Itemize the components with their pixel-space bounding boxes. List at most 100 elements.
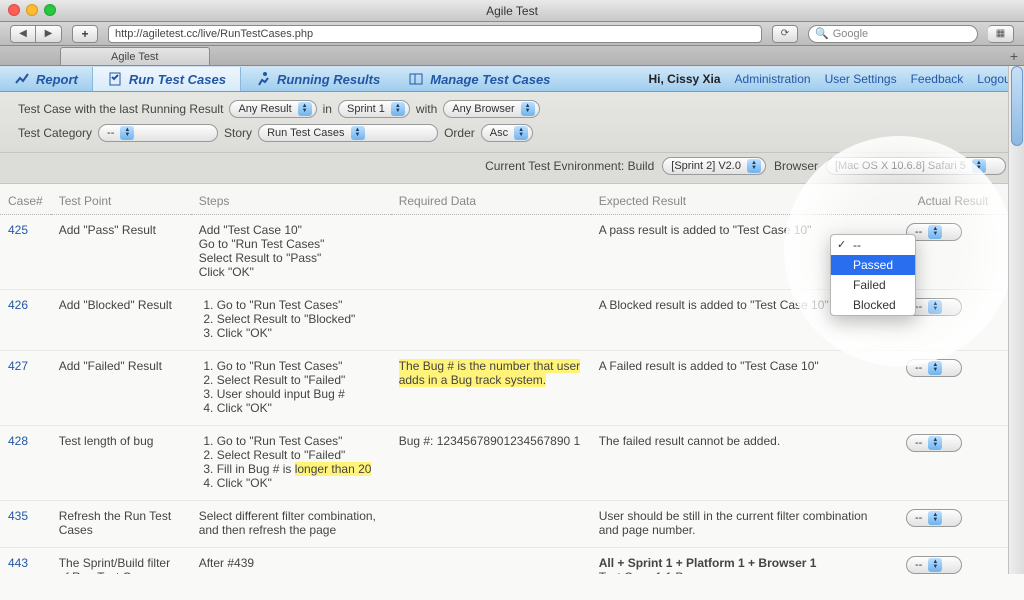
nav-run-test-cases[interactable]: Run Test Cases	[92, 67, 241, 91]
env-browser-select-value: [Mac OS X 10.6.8] Safari 5	[835, 160, 966, 172]
dropdown-option-label: --	[853, 238, 861, 252]
steps-cell: Go to "Run Test Cases"Select Result to "…	[191, 351, 391, 426]
link-feedback[interactable]: Feedback	[911, 72, 964, 86]
actual-result-select[interactable]: --▲▼	[906, 434, 962, 452]
add-bookmark-button[interactable]: +	[72, 25, 98, 43]
browser-filter[interactable]: Any Browser ▲▼	[443, 100, 539, 118]
window-controls	[8, 4, 56, 16]
actual-result-value: --	[915, 226, 922, 238]
updown-icon: ▲▼	[928, 361, 942, 375]
dropdown-option-label: Failed	[853, 278, 886, 292]
case-link[interactable]: 427	[0, 351, 51, 426]
nav-run-label: Run Test Cases	[129, 72, 226, 87]
steps-cell: Select different filter combination, and…	[191, 501, 391, 548]
expected-result: All + Sprint 1 + Platform 1 + Browser 1T…	[591, 548, 898, 575]
sprint-filter[interactable]: Sprint 1 ▲▼	[338, 100, 410, 118]
link-administration[interactable]: Administration	[735, 72, 811, 86]
close-icon[interactable]	[8, 4, 20, 16]
expected-result: User should be still in the current filt…	[591, 501, 898, 548]
col-point: Test Point	[51, 184, 191, 215]
col-steps: Steps	[191, 184, 391, 215]
env-browser-select[interactable]: [Mac OS X 10.6.8] Safari 5 ▲▼	[826, 157, 1006, 175]
test-point: Add "Failed" Result	[51, 351, 191, 426]
required-data	[391, 548, 591, 575]
table-row: 427Add "Failed" ResultGo to "Run Test Ca…	[0, 351, 1008, 426]
label-order: Order	[444, 126, 475, 140]
steps-cell: Go to "Run Test Cases"Select Result to "…	[191, 290, 391, 351]
nav-results-label: Running Results	[277, 72, 380, 87]
zoom-icon[interactable]	[44, 4, 56, 16]
result-filter[interactable]: Any Result ▲▼	[229, 100, 316, 118]
browser-search-field[interactable]: 🔍 Google	[808, 25, 978, 43]
nav-report-label: Report	[36, 72, 78, 87]
link-user-settings[interactable]: User Settings	[825, 72, 897, 86]
new-tab-button[interactable]: +	[1010, 48, 1018, 64]
actual-result-cell: --▲▼	[898, 426, 1008, 501]
required-data: Bug #: 12345678901234567890 1	[391, 426, 591, 501]
back-button[interactable]: ◀	[10, 25, 36, 43]
case-link[interactable]: 435	[0, 501, 51, 548]
actual-result-select[interactable]: -- ▲▼	[906, 359, 962, 377]
test-point: Refresh the Run Test Cases	[51, 501, 191, 548]
vertical-scrollbar[interactable]	[1008, 66, 1024, 574]
actual-result-value: --	[915, 559, 922, 571]
reload-button[interactable]: ⟳	[772, 25, 798, 43]
nav-running-results[interactable]: Running Results	[241, 67, 394, 91]
test-point: The Sprint/Build filter of Run Test Case…	[51, 548, 191, 575]
actual-result-cell: -- ▲▼	[898, 548, 1008, 575]
category-filter-value: --	[107, 127, 114, 139]
window-title: Agile Test	[486, 4, 538, 18]
actual-result-value: --	[915, 362, 922, 374]
actual-result-dropdown[interactable]: ✓ -- Passed Failed Blocked	[830, 234, 916, 316]
case-link[interactable]: 425	[0, 215, 51, 290]
build-select-value: [Sprint 2] V2.0	[671, 160, 741, 172]
col-expected: Expected Result	[591, 184, 898, 215]
forward-button[interactable]: ▶	[36, 25, 62, 43]
checklist-icon	[107, 71, 123, 87]
col-reqdata: Required Data	[391, 184, 591, 215]
actual-result-value: --	[915, 437, 922, 449]
required-data	[391, 290, 591, 351]
case-link[interactable]: 428	[0, 426, 51, 501]
updown-icon: ▲▼	[747, 159, 761, 173]
story-filter[interactable]: Run Test Cases ▲▼	[258, 124, 438, 142]
address-bar[interactable]: http://agiletest.cc/live/RunTestCases.ph…	[108, 25, 762, 43]
updown-icon: ▲▼	[972, 159, 986, 173]
browser-tab-agile-test[interactable]: Agile Test	[60, 47, 210, 65]
actual-result-select[interactable]: -- ▲▼	[906, 556, 962, 574]
sprint-filter-value: Sprint 1	[347, 103, 385, 115]
window-title-bar: Agile Test	[0, 0, 1024, 22]
user-greeting: Hi, Cissy Xia	[648, 72, 720, 86]
required-data: The Bug # is the number that user adds i…	[391, 351, 591, 426]
nav-report[interactable]: Report	[0, 67, 92, 91]
actual-result-value: --	[915, 512, 922, 524]
browser-tab-strip: Agile Test +	[0, 46, 1024, 66]
folder-icon	[408, 71, 424, 87]
steps-cell: Go to "Run Test Cases"Select Result to "…	[191, 426, 391, 501]
case-link[interactable]: 426	[0, 290, 51, 351]
runner-icon	[255, 71, 271, 87]
order-filter[interactable]: Asc ▲▼	[481, 124, 533, 142]
env-row: Current Test Evnironment: Build [Sprint …	[0, 153, 1024, 184]
minimize-icon[interactable]	[26, 4, 38, 16]
browser-filter-value: Any Browser	[452, 103, 514, 115]
build-select[interactable]: [Sprint 2] V2.0 ▲▼	[662, 157, 766, 175]
updown-icon: ▲▼	[928, 558, 942, 572]
dropdown-option-label: Blocked	[853, 298, 896, 312]
actual-result-select[interactable]: --▲▼	[906, 509, 962, 527]
dropdown-option-failed[interactable]: Failed	[831, 275, 915, 295]
updown-icon: ▲▼	[521, 102, 535, 116]
overview-button[interactable]: ▦	[988, 25, 1014, 43]
dropdown-option-passed[interactable]: Passed	[831, 255, 915, 275]
scrollbar-thumb[interactable]	[1011, 66, 1023, 146]
updown-icon: ▲▼	[391, 102, 405, 116]
case-link[interactable]: 443	[0, 548, 51, 575]
search-placeholder: Google	[833, 28, 868, 40]
category-filter[interactable]: -- ▲▼	[98, 124, 218, 142]
filters-lead: Test Case with the last Running Result	[18, 102, 223, 116]
dropdown-option-blocked[interactable]: Blocked	[831, 295, 915, 315]
env-browser-label: Browser	[774, 159, 818, 173]
actual-result-value: --	[915, 301, 922, 313]
nav-manage-test-cases[interactable]: Manage Test Cases	[394, 67, 564, 91]
dropdown-option-none[interactable]: ✓ --	[831, 235, 915, 255]
